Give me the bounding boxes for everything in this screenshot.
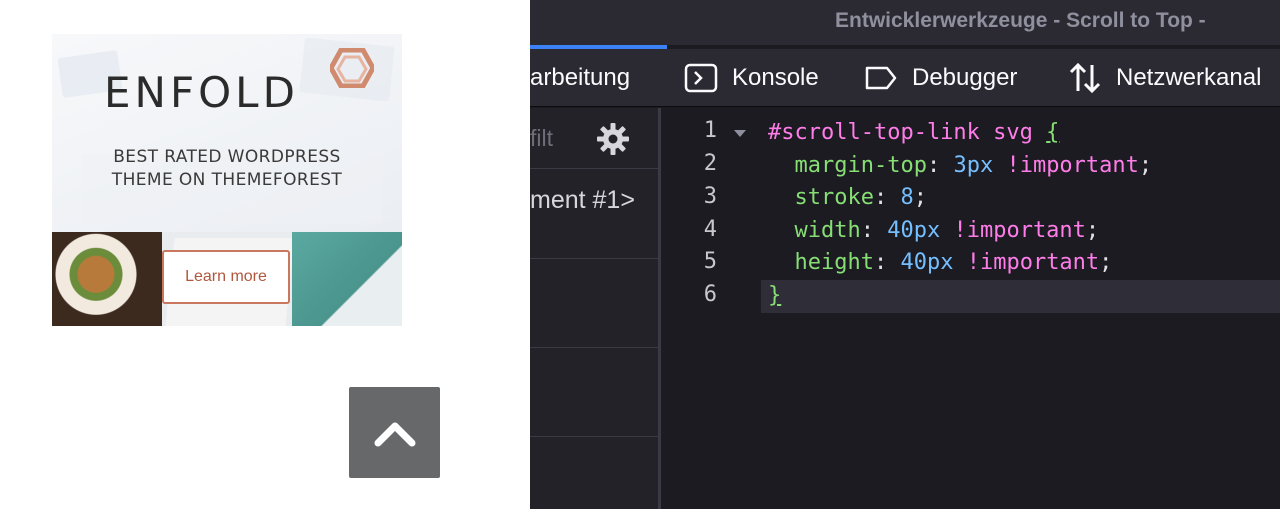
- sidebar-stylesheet-item[interactable]: ment #1>: [530, 170, 658, 259]
- code-line: height: 40px !important;: [794, 250, 1113, 275]
- ad-logo-text: ENFOLD: [104, 68, 299, 117]
- devtools-window: Entwicklerwerkzeuge - Scroll to Top - ar…: [530, 0, 1280, 509]
- devtools-tabbar: arbeitung Konsole Debugger Netzwerkanal: [530, 49, 1280, 107]
- line-number-gutter: 1 2 3 4 5 6: [661, 108, 761, 509]
- tab-label: arbeitung: [530, 64, 631, 91]
- css-value: 40px: [900, 250, 954, 275]
- css-value: 3px: [953, 153, 994, 178]
- ad-tagline: BEST RATED WORDPRESS THEME ON THEMEFORES…: [52, 146, 402, 192]
- tab-network[interactable]: Netzwerkanal: [1068, 58, 1261, 98]
- style-editor[interactable]: 1 2 3 4 5 6 #scroll-top-link svg { margi…: [661, 108, 1280, 509]
- line-number: 3: [703, 184, 717, 209]
- css-important: !important: [1006, 153, 1139, 178]
- line-number: 4: [703, 217, 717, 242]
- chevron-up-icon: [374, 422, 415, 446]
- current-line-highlight: [761, 280, 1280, 313]
- ad-tagline-line-2: THEME ON THEMEFOREST: [111, 170, 343, 190]
- tab-label: Konsole: [732, 64, 819, 91]
- web-page-preview: ENFOLD BEST RATED WORDPRESS THEME ON THE…: [0, 0, 530, 509]
- line-number: 2: [703, 151, 717, 176]
- hexagon-logo-icon: [330, 48, 374, 88]
- debugger-icon: [865, 66, 897, 90]
- network-icon: [1069, 62, 1101, 94]
- gear-icon[interactable]: [596, 122, 630, 156]
- css-property: height: [794, 250, 874, 275]
- window-title: Entwicklerwerkzeuge - Scroll to Top -: [835, 9, 1206, 32]
- fold-arrow-icon[interactable]: [734, 130, 746, 137]
- css-value: 8: [900, 185, 914, 210]
- css-property: margin-top: [794, 153, 927, 178]
- tab-console[interactable]: Konsole: [684, 58, 819, 98]
- line-number: 6: [703, 282, 717, 307]
- enfold-ad-banner[interactable]: ENFOLD BEST RATED WORDPRESS THEME ON THE…: [52, 34, 402, 326]
- code-line: stroke: 8;: [794, 185, 927, 210]
- css-selector: #scroll-top-link svg: [768, 120, 1033, 145]
- code-line: }: [768, 280, 781, 312]
- open-brace: {: [1046, 120, 1060, 145]
- sidebar-stylesheet-item[interactable]: [530, 348, 658, 437]
- tab-label: Netzwerkanal: [1116, 64, 1262, 91]
- css-important: !important: [966, 250, 1100, 275]
- food-image: [52, 232, 162, 326]
- ad-tagline-line-1: BEST RATED WORDPRESS: [113, 147, 341, 167]
- sidebar-item-label: ment #1>: [530, 186, 635, 214]
- code-line: #scroll-top-link svg {: [768, 117, 1059, 149]
- code-line: margin-top: 3px !important;: [794, 153, 1153, 178]
- tab-debugger[interactable]: Debugger: [864, 58, 1017, 98]
- scroll-to-top-button[interactable]: [349, 387, 440, 478]
- console-icon: [684, 63, 718, 93]
- tab-label: Debugger: [912, 64, 1018, 91]
- line-number: 5: [703, 249, 717, 274]
- css-property: stroke: [794, 185, 874, 210]
- line-number: 1: [703, 118, 717, 143]
- style-sheets-sidebar: filt ment #1>: [530, 108, 658, 509]
- code-line: width: 40px !important;: [794, 218, 1100, 243]
- close-brace: }: [768, 283, 782, 308]
- filter-input[interactable]: filt: [530, 125, 553, 152]
- tab-style-editor[interactable]: arbeitung: [530, 58, 630, 98]
- css-important: !important: [953, 218, 1086, 243]
- sidebar-stylesheet-item[interactable]: [530, 259, 658, 348]
- css-property: width: [794, 218, 861, 243]
- ad-screenshot-strip: Learn more: [52, 232, 402, 326]
- learn-more-button[interactable]: Learn more: [162, 250, 290, 304]
- website-thumbnail: [292, 232, 402, 326]
- window-titlebar: Entwicklerwerkzeuge - Scroll to Top -: [530, 0, 1280, 45]
- sidebar-filter-bar: filt: [530, 108, 658, 169]
- css-value: 40px: [887, 218, 941, 243]
